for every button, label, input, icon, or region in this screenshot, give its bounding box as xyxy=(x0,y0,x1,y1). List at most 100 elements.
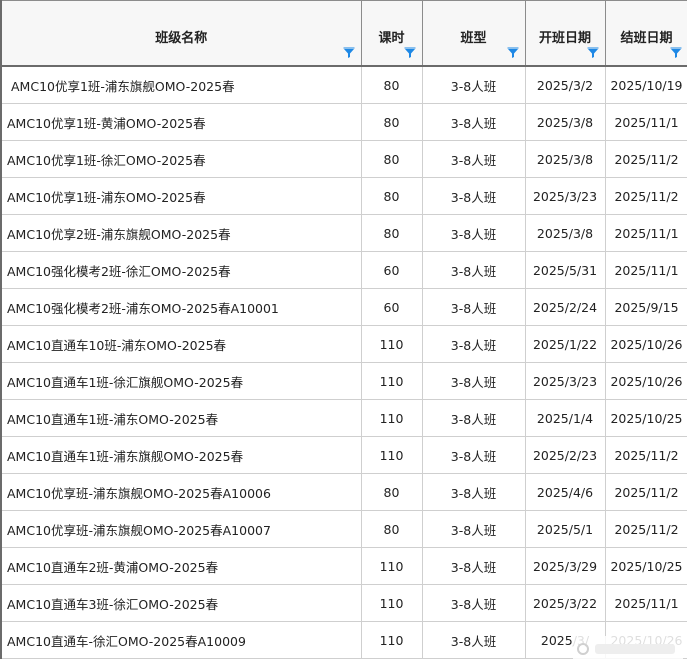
cell-start-date[interactable]: 2025/1/4 xyxy=(524,399,606,437)
cell-class-name[interactable]: AMC10优享1班-徐汇OMO-2025春 xyxy=(0,140,362,178)
cell-start-date[interactable]: 2025/2/23 xyxy=(524,436,606,474)
table-row[interactable]: AMC10直通车10班-浦东OMO-2025春 110 3-8人班 2025/1/22… xyxy=(0,325,687,363)
table-row[interactable]: AMC10优享2班-浦东旗舰OMO-2025春 80 3-8人班 2025/3/8 20… xyxy=(0,214,687,252)
cell-class-name[interactable]: AMC10直通车10班-浦东OMO-2025春 xyxy=(0,325,362,363)
table-row[interactable]: AMC10直通车-徐汇OMO-2025春A10009 110 3-8人班 2025/3… xyxy=(0,621,687,659)
cell-class-name[interactable]: AMC10直通车1班-徐汇旗舰OMO-2025春 xyxy=(0,362,362,400)
cell-class-type[interactable]: 3-8人班 xyxy=(421,399,526,437)
table-row[interactable]: AMC10优享1班-浦东旗舰OMO-2025春 80 3-8人班 2025/3/2 20… xyxy=(0,65,687,104)
cell-hours[interactable]: 80 xyxy=(360,473,423,511)
cell-class-type[interactable]: 3-8人班 xyxy=(421,510,526,548)
table-row[interactable]: AMC10优享1班-徐汇OMO-2025春 80 3-8人班 2025/3/8 2025… xyxy=(0,140,687,178)
cell-start-date[interactable]: 2025/3/22 xyxy=(524,584,606,622)
cell-class-name[interactable]: AMC10直通车1班-浦东旗舰OMO-2025春 xyxy=(0,436,362,474)
cell-class-type[interactable]: 3-8人班 xyxy=(421,214,526,252)
cell-start-date[interactable]: 2025/3/23 xyxy=(524,362,606,400)
cell-start-date[interactable]: 2025/4/6 xyxy=(524,473,606,511)
cell-end-date[interactable]: 2025/11/2 xyxy=(604,177,687,215)
header-end-date[interactable]: 结班日期 xyxy=(604,0,687,67)
cell-class-type[interactable]: 3-8人班 xyxy=(421,436,526,474)
cell-hours[interactable]: 110 xyxy=(360,436,423,474)
cell-end-date[interactable]: 2025/11/2 xyxy=(604,436,687,474)
cell-class-name[interactable]: AMC10直通车-徐汇OMO-2025春A10009 xyxy=(0,621,362,659)
table-row[interactable]: AMC10直通车2班-黄浦OMO-2025春 110 3-8人班 2025/3/29 2… xyxy=(0,547,687,585)
cell-end-date[interactable]: 2025/11/1 xyxy=(604,251,687,289)
filter-icon[interactable] xyxy=(587,47,599,59)
cell-end-date[interactable]: 2025/10/19 xyxy=(604,65,687,104)
cell-class-type[interactable]: 3-8人班 xyxy=(421,288,526,326)
cell-hours[interactable]: 80 xyxy=(360,140,423,178)
cell-start-date[interactable]: 2025/3/ xyxy=(524,621,606,659)
cell-end-date[interactable]: 2025/11/1 xyxy=(604,584,687,622)
cell-class-type[interactable]: 3-8人班 xyxy=(421,547,526,585)
table-row[interactable]: AMC10直通车1班-浦东旗舰OMO-2025春 110 3-8人班 2025/2/2… xyxy=(0,436,687,474)
cell-hours[interactable]: 110 xyxy=(360,325,423,363)
cell-class-name[interactable]: AMC10优享班-浦东旗舰OMO-2025春A10007 xyxy=(0,510,362,548)
cell-hours[interactable]: 110 xyxy=(360,547,423,585)
cell-hours[interactable]: 60 xyxy=(360,251,423,289)
table-row[interactable]: AMC10优享1班-浦东OMO-2025春 80 3-8人班 2025/3/23 202… xyxy=(0,177,687,215)
cell-start-date[interactable]: 2025/3/8 xyxy=(524,103,606,141)
cell-class-name[interactable]: AMC10优享1班-黄浦OMO-2025春 xyxy=(0,103,362,141)
cell-end-date[interactable]: 2025/11/1 xyxy=(604,103,687,141)
header-hours[interactable]: 课时 xyxy=(360,0,423,67)
cell-class-name[interactable]: AMC10优享1班-浦东旗舰OMO-2025春 xyxy=(0,65,362,104)
cell-end-date[interactable]: 2025/10/25 xyxy=(604,547,687,585)
cell-class-type[interactable]: 3-8人班 xyxy=(421,177,526,215)
cell-end-date[interactable]: 2025/10/26 xyxy=(604,621,687,659)
table-row[interactable]: AMC10直通车1班-徐汇旗舰OMO-2025春 110 3-8人班 2025/3/2… xyxy=(0,362,687,400)
table-row[interactable]: AMC10优享班-浦东旗舰OMO-2025春A10007 80 3-8人班 2025/… xyxy=(0,510,687,548)
cell-start-date[interactable]: 2025/5/1 xyxy=(524,510,606,548)
table-row[interactable]: AMC10直通车1班-浦东OMO-2025春 110 3-8人班 2025/1/4 20… xyxy=(0,399,687,437)
header-start-date[interactable]: 开班日期 xyxy=(524,0,606,67)
cell-hours[interactable]: 110 xyxy=(360,621,423,659)
cell-start-date[interactable]: 2025/3/29 xyxy=(524,547,606,585)
cell-hours[interactable]: 60 xyxy=(360,288,423,326)
table-row[interactable]: AMC10强化模考2班-浦东OMO-2025春A10001 60 3-8人班 2025… xyxy=(0,288,687,326)
filter-icon[interactable] xyxy=(343,47,355,59)
cell-class-name[interactable]: AMC10直通车2班-黄浦OMO-2025春 xyxy=(0,547,362,585)
cell-class-type[interactable]: 3-8人班 xyxy=(421,362,526,400)
header-class-type[interactable]: 班型 xyxy=(421,0,526,67)
cell-class-name[interactable]: AMC10直通车1班-浦东OMO-2025春 xyxy=(0,399,362,437)
cell-class-name[interactable]: AMC10优享班-浦东旗舰OMO-2025春A10006 xyxy=(0,473,362,511)
cell-class-name[interactable]: AMC10强化模考2班-徐汇OMO-2025春 xyxy=(0,251,362,289)
cell-class-type[interactable]: 3-8人班 xyxy=(421,140,526,178)
cell-start-date[interactable]: 2025/3/2 xyxy=(524,65,606,104)
cell-class-type[interactable]: 3-8人班 xyxy=(421,65,526,104)
cell-end-date[interactable]: 2025/11/2 xyxy=(604,473,687,511)
table-row[interactable]: AMC10优享班-浦东旗舰OMO-2025春A10006 80 3-8人班 2025/… xyxy=(0,473,687,511)
header-class-name[interactable]: 班级名称 xyxy=(0,0,362,67)
filter-icon[interactable] xyxy=(670,47,682,59)
cell-class-name[interactable]: AMC10优享1班-浦东OMO-2025春 xyxy=(0,177,362,215)
cell-class-type[interactable]: 3-8人班 xyxy=(421,103,526,141)
cell-end-date[interactable]: 2025/11/2 xyxy=(604,510,687,548)
cell-hours[interactable]: 80 xyxy=(360,65,423,104)
table-row[interactable]: AMC10优享1班-黄浦OMO-2025春 80 3-8人班 2025/3/8 2025… xyxy=(0,103,687,141)
cell-class-type[interactable]: 3-8人班 xyxy=(421,473,526,511)
cell-end-date[interactable]: 2025/9/15 xyxy=(604,288,687,326)
cell-end-date[interactable]: 2025/11/1 xyxy=(604,214,687,252)
cell-start-date[interactable]: 2025/3/8 xyxy=(524,214,606,252)
cell-hours[interactable]: 110 xyxy=(360,584,423,622)
cell-hours[interactable]: 80 xyxy=(360,103,423,141)
cell-class-name[interactable]: AMC10直通车3班-徐汇OMO-2025春 xyxy=(0,584,362,622)
cell-class-name[interactable]: AMC10强化模考2班-浦东OMO-2025春A10001 xyxy=(0,288,362,326)
cell-class-type[interactable]: 3-8人班 xyxy=(421,325,526,363)
table-row[interactable]: AMC10直通车3班-徐汇OMO-2025春 110 3-8人班 2025/3/22 2… xyxy=(0,584,687,622)
table-row[interactable]: AMC10强化模考2班-徐汇OMO-2025春 60 3-8人班 2025/5/31 2… xyxy=(0,251,687,289)
filter-icon[interactable] xyxy=(404,47,416,59)
cell-end-date[interactable]: 2025/10/26 xyxy=(604,362,687,400)
cell-class-type[interactable]: 3-8人班 xyxy=(421,251,526,289)
cell-end-date[interactable]: 2025/10/25 xyxy=(604,399,687,437)
cell-class-name[interactable]: AMC10优享2班-浦东旗舰OMO-2025春 xyxy=(0,214,362,252)
cell-hours[interactable]: 80 xyxy=(360,214,423,252)
cell-start-date[interactable]: 2025/2/24 xyxy=(524,288,606,326)
cell-end-date[interactable]: 2025/10/26 xyxy=(604,325,687,363)
cell-start-date[interactable]: 2025/3/8 xyxy=(524,140,606,178)
cell-start-date[interactable]: 2025/3/23 xyxy=(524,177,606,215)
cell-hours[interactable]: 80 xyxy=(360,177,423,215)
cell-hours[interactable]: 80 xyxy=(360,510,423,548)
filter-icon[interactable] xyxy=(507,47,519,59)
cell-start-date[interactable]: 2025/1/22 xyxy=(524,325,606,363)
